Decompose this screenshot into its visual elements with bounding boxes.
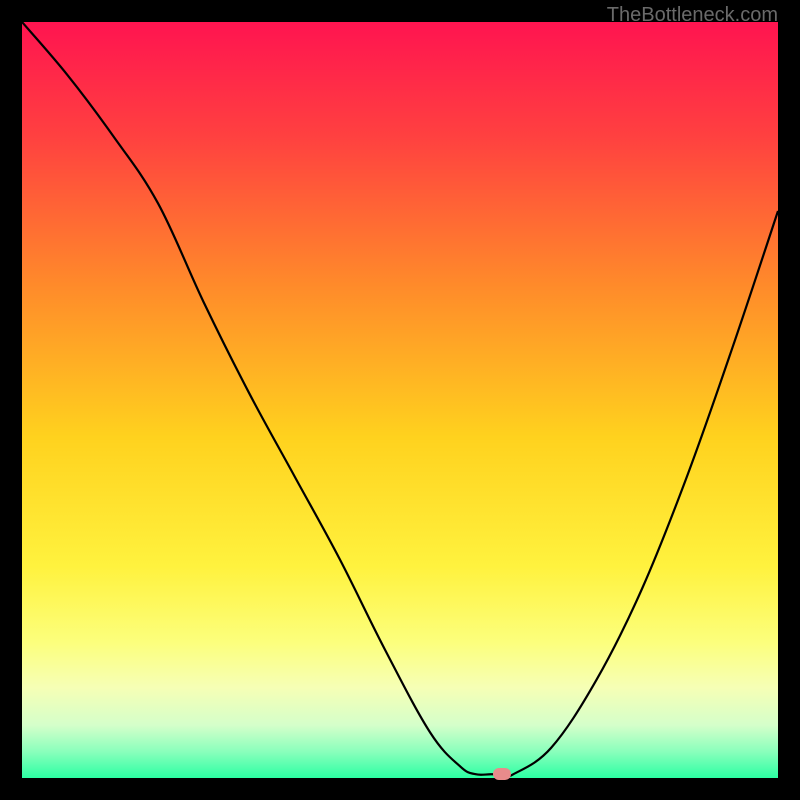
plot-area	[22, 22, 778, 778]
optimum-marker	[493, 768, 511, 780]
watermark-text: TheBottleneck.com	[607, 4, 778, 27]
gradient-background	[22, 22, 778, 778]
chart-container: TheBottleneck.com	[0, 0, 800, 800]
